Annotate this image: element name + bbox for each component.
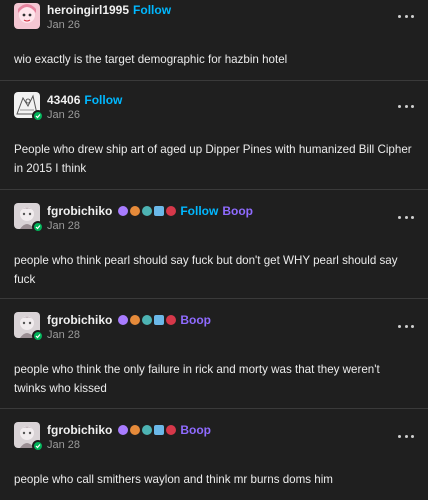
avatar-wrapper[interactable]: [14, 92, 44, 122]
post-date[interactable]: Jan 26: [47, 109, 80, 121]
post-date[interactable]: Jan 28: [47, 439, 80, 451]
check-badge-icon: [32, 330, 44, 342]
avatar-wrapper[interactable]: [14, 3, 40, 29]
orange-flower-icon: [130, 425, 141, 435]
blue-stripes-icon: [154, 315, 165, 325]
blue-stripes-icon: [154, 425, 165, 435]
orange-flower-icon: [130, 206, 141, 216]
profile-emoji-badges: [118, 206, 177, 216]
post: 43406 Follow Jan 26 People who drew ship…: [0, 81, 428, 190]
check-badge-icon: [32, 221, 44, 233]
post-header: heroingirl1995 Follow: [47, 2, 171, 18]
teal-figure-icon: [142, 315, 153, 325]
boop-button[interactable]: Boop: [180, 423, 211, 437]
avatar[interactable]: [14, 3, 40, 29]
blue-stripes-icon: [154, 206, 165, 216]
orange-flower-icon: [130, 315, 141, 325]
username[interactable]: heroingirl1995: [47, 3, 129, 17]
post: fgrobichiko Boop Jan 28 people who call …: [0, 409, 428, 500]
more-options-icon[interactable]: [398, 99, 414, 113]
boop-button[interactable]: Boop: [222, 204, 253, 218]
boop-button[interactable]: Boop: [180, 313, 211, 327]
username[interactable]: fgrobichiko: [47, 313, 112, 327]
post: fgrobichiko Boop Jan 28 people who think…: [0, 299, 428, 409]
post-date[interactable]: Jan 28: [47, 220, 80, 232]
purple-swirl-icon: [118, 206, 129, 216]
teal-figure-icon: [142, 425, 153, 435]
post-text: People who drew ship art of aged up Dipp…: [14, 143, 412, 175]
red-sticker-icon: [166, 425, 177, 435]
avatar-wrapper[interactable]: [14, 422, 44, 452]
post-feed: heroingirl1995 Follow Jan 26 wio exactly…: [0, 0, 428, 500]
profile-emoji-badges: [118, 425, 177, 435]
avatar-wrapper[interactable]: [14, 312, 44, 342]
avatar-wrapper[interactable]: [14, 203, 44, 233]
post-date[interactable]: Jan 26: [47, 19, 80, 31]
post-text: people who think pearl should say fuck b…: [14, 254, 398, 286]
more-options-icon[interactable]: [398, 210, 414, 224]
post-text: people who call smithers waylon and thin…: [14, 473, 333, 486]
check-badge-icon: [32, 110, 44, 122]
purple-swirl-icon: [118, 425, 129, 435]
more-options-icon[interactable]: [398, 9, 414, 23]
post: heroingirl1995 Follow Jan 26 wio exactly…: [0, 0, 428, 81]
username[interactable]: 43406: [47, 93, 80, 107]
profile-emoji-badges: [118, 315, 177, 325]
more-options-icon[interactable]: [398, 429, 414, 443]
follow-button[interactable]: Follow: [133, 3, 171, 17]
post-text: wio exactly is the target demographic fo…: [14, 53, 288, 66]
more-options-icon[interactable]: [398, 319, 414, 333]
check-badge-icon: [32, 440, 44, 452]
red-sticker-icon: [166, 206, 177, 216]
post-header: fgrobichiko Boop: [47, 312, 211, 328]
username[interactable]: fgrobichiko: [47, 423, 112, 437]
post-header: 43406 Follow: [47, 92, 122, 108]
post-header: fgrobichiko Boop: [47, 422, 211, 438]
follow-button[interactable]: Follow: [84, 93, 122, 107]
post-text: people who think the only failure in ric…: [14, 363, 380, 395]
red-sticker-icon: [166, 315, 177, 325]
post-date[interactable]: Jan 28: [47, 329, 80, 341]
post: fgrobichiko Follow Boop Jan 28 people wh…: [0, 190, 428, 299]
teal-figure-icon: [142, 206, 153, 216]
purple-swirl-icon: [118, 315, 129, 325]
follow-button[interactable]: Follow: [180, 204, 218, 218]
post-header: fgrobichiko Follow Boop: [47, 203, 253, 219]
username[interactable]: fgrobichiko: [47, 204, 112, 218]
